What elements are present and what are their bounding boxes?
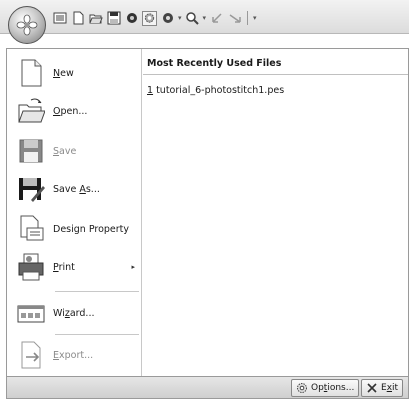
printer-icon [17, 252, 45, 282]
options-gear-icon [297, 383, 307, 393]
menu-item-label: Design Property [53, 223, 130, 235]
menu-item-label: Save [53, 145, 77, 157]
menu-item-save[interactable]: Save [11, 133, 139, 169]
export-icon [17, 340, 45, 370]
menu-item-label: Print [53, 261, 75, 273]
menu-item-design-property[interactable]: Design Property [11, 211, 139, 247]
open-folder-icon [17, 96, 45, 126]
recent-files-panel: Most Recently Used Files 1 tutorial_6-ph… [143, 49, 408, 376]
menu-item-print[interactable]: Print ▸ [11, 249, 139, 285]
dropdown-circle-icon[interactable] [160, 11, 175, 26]
chevron-down-icon[interactable]: ▾ [203, 14, 207, 22]
magnifier-icon[interactable] [185, 11, 200, 26]
chevron-down-icon[interactable]: ▾ [178, 14, 182, 22]
menu-commands: New Open... Save Save As... Design Prope [7, 49, 142, 376]
options-label: Options... [311, 383, 355, 393]
menu-item-wizard[interactable]: Wizard... [11, 295, 139, 331]
save-icon [17, 136, 45, 166]
menu-item-label: New [53, 67, 74, 79]
undo-icon[interactable] [209, 11, 224, 26]
menu-item-label: Save As... [53, 183, 100, 195]
menu-footer: Options... Exit [6, 377, 409, 399]
submenu-arrow-icon: ▸ [131, 263, 135, 271]
menu-item-label: Open... [53, 105, 88, 117]
menu-divider [55, 291, 139, 292]
design-property-icon [17, 214, 45, 244]
flower-logo-icon [16, 14, 38, 36]
menu-item-export[interactable]: Export... [11, 337, 139, 373]
open-icon[interactable] [88, 11, 103, 26]
circle-icon[interactable] [124, 11, 139, 26]
toolbar-separator [247, 11, 249, 25]
menu-item-save-as[interactable]: Save As... [11, 171, 139, 207]
new-document-icon [17, 58, 45, 88]
menu-item-open[interactable]: Open... [11, 93, 139, 129]
recent-files-header: Most Recently Used Files [143, 53, 408, 75]
application-menu-button[interactable] [8, 6, 46, 44]
save-icon[interactable] [106, 11, 121, 26]
application-menu: New Open... Save Save As... Design Prope [6, 48, 409, 377]
title-bar: ▾ ▾ ▾ [0, 0, 409, 34]
gear-icon[interactable] [142, 10, 157, 26]
menu-item-label: Wizard... [53, 307, 95, 319]
quick-access-toolbar: ▾ ▾ ▾ [52, 8, 257, 28]
redo-icon[interactable] [227, 11, 242, 26]
recent-file-item[interactable]: 1 tutorial_6-photostitch1.pes [147, 85, 284, 96]
options-button[interactable]: Options... [291, 379, 360, 397]
menu-item-label: Export... [53, 349, 94, 361]
new-icon[interactable] [70, 11, 85, 26]
menu-item-new[interactable]: New [11, 55, 139, 91]
exit-button[interactable]: Exit [361, 379, 404, 397]
exit-label: Exit [381, 383, 399, 393]
menu-divider [55, 334, 139, 335]
close-icon [367, 383, 377, 393]
wizard-icon [17, 298, 45, 328]
view-icon[interactable] [52, 11, 67, 26]
save-as-icon [17, 174, 45, 204]
customize-toolbar-icon[interactable]: ▾ [253, 14, 257, 22]
